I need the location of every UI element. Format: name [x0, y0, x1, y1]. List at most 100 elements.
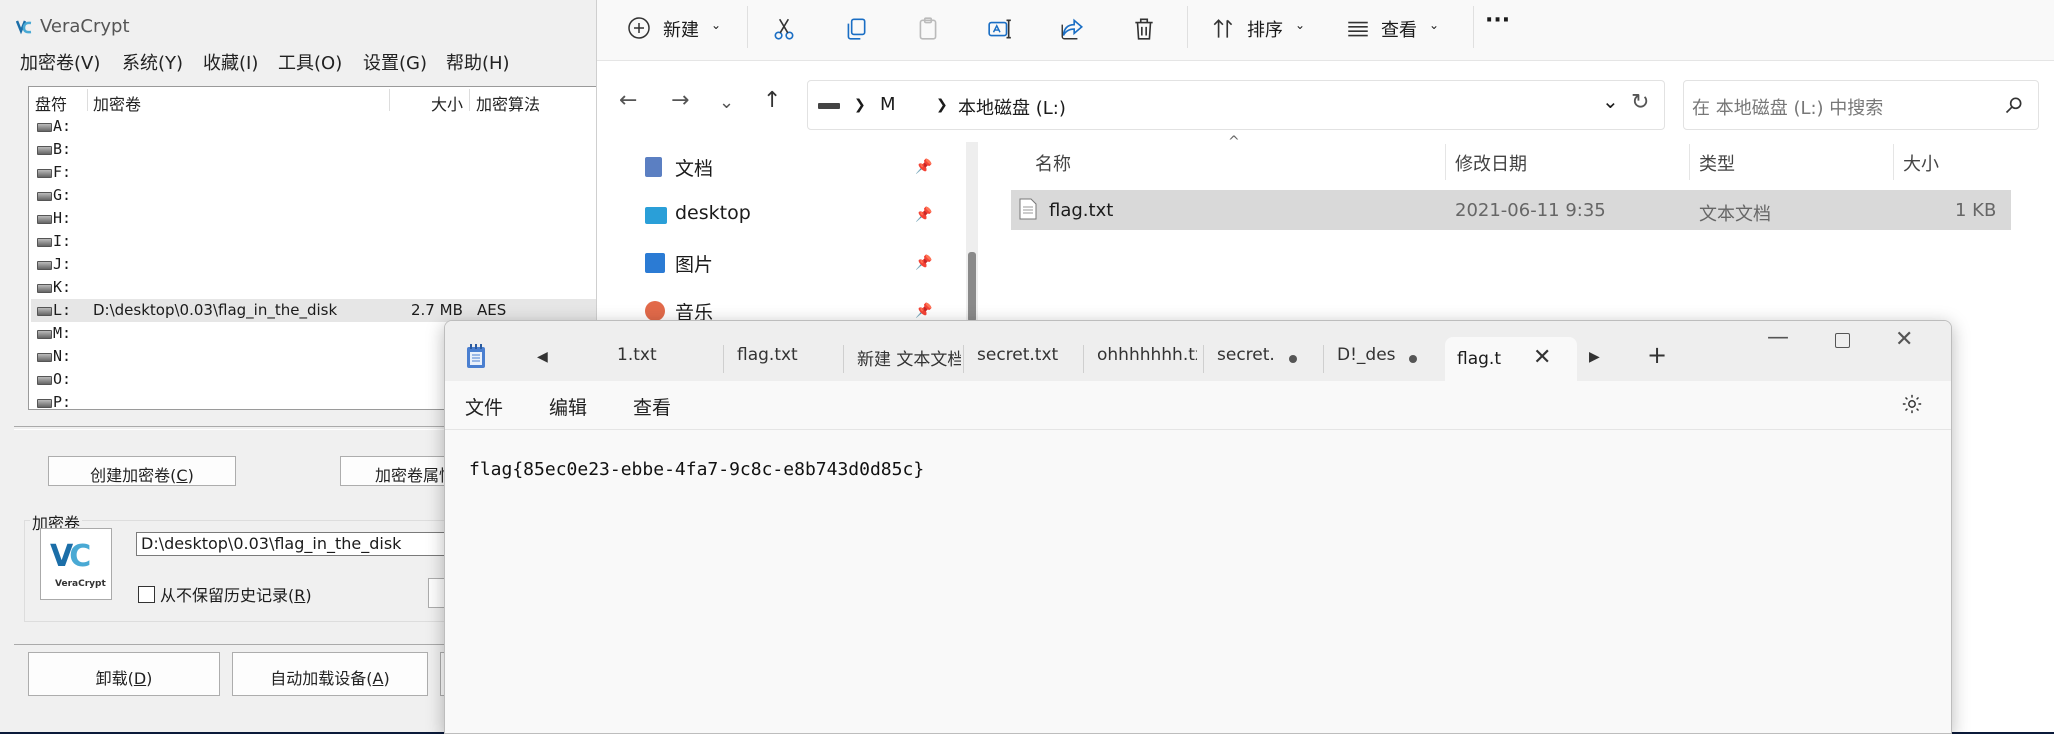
tab-1-txt[interactable]: 1.txt	[617, 345, 717, 375]
nav-label: 图片	[675, 254, 714, 276]
paste-button[interactable]	[915, 14, 943, 44]
rename-button[interactable]	[987, 14, 1015, 44]
cut-button[interactable]	[771, 14, 799, 44]
drive-row[interactable]: L: D:\desktop\0.03\flag_in_the_disk 2.7 MB…	[31, 299, 597, 322]
breadcrumb-item-local-disk[interactable]: 本地磁盘 (L:)	[958, 94, 1066, 120]
delete-button[interactable]	[1131, 14, 1159, 44]
col-name[interactable]: 名称	[1035, 150, 1071, 176]
col-modified[interactable]: 修改日期	[1455, 150, 1527, 176]
breadcrumb-item-m[interactable]: M	[880, 94, 896, 115]
settings-gear-icon[interactable]	[1901, 393, 1923, 415]
drive-row[interactable]: G:	[31, 184, 597, 207]
refresh-icon[interactable]: ↻	[1631, 90, 1649, 115]
menu-edit[interactable]: 编辑	[549, 393, 587, 420]
drive-icon	[37, 146, 52, 155]
more-button[interactable]: ···	[1485, 8, 1525, 38]
menu-system[interactable]: 系统(Y)	[122, 49, 183, 75]
new-button[interactable]: 新建 ⌄	[627, 14, 727, 44]
drive-row[interactable]: A:	[31, 115, 597, 138]
pin-icon[interactable]: 📌	[915, 255, 932, 271]
recent-chevron-icon[interactable]: ⌄	[719, 92, 734, 113]
col-algorithm[interactable]: 加密算法	[476, 91, 540, 115]
menu-help[interactable]: 帮助(H)	[446, 49, 510, 75]
drive-row[interactable]: J:	[31, 253, 597, 276]
file-size: 1 KB	[1955, 200, 1997, 221]
tab-flag-txt[interactable]: flag.txt	[737, 345, 837, 375]
tab-separator	[1323, 345, 1324, 373]
search-box[interactable]: 在 本地磁盘 (L:) 中搜索	[1683, 80, 2039, 130]
menu-favorites[interactable]: 收藏(I)	[203, 49, 258, 75]
chevron-down-icon: ⌄	[1295, 18, 1306, 32]
sort-button[interactable]: 排序 ⌄	[1211, 14, 1311, 44]
create-volume-button[interactable]: 创建加密卷(C)	[48, 456, 236, 486]
scroll-tabs-right-icon[interactable]: ▶	[1589, 349, 1600, 379]
close-tab-icon[interactable]: ✕	[1533, 345, 1551, 370]
maximize-icon[interactable]	[1835, 333, 1850, 348]
veracrypt-titlebar[interactable]: VeraCrypt	[0, 10, 600, 44]
copy-button[interactable]	[843, 14, 871, 44]
col-size[interactable]: 大小	[431, 91, 463, 115]
no-history-label[interactable]: 从不保留历史记录(R)	[160, 582, 312, 606]
tab-secret[interactable]: secret.	[1217, 345, 1277, 375]
dismount-button[interactable]: 卸载(D)	[28, 652, 220, 696]
toolbar-separator	[1473, 6, 1474, 48]
tab-separator	[963, 345, 964, 373]
tab-active-flag[interactable]: flag.t ✕	[1445, 337, 1577, 383]
column-separator[interactable]	[1445, 144, 1446, 180]
col-size[interactable]: 大小	[1903, 150, 1939, 176]
no-history-checkbox[interactable]	[138, 586, 155, 603]
drive-letter: P:	[53, 393, 72, 410]
tab-secret-txt[interactable]: secret.txt	[977, 345, 1077, 375]
drive-row[interactable]: I:	[31, 230, 597, 253]
notepad-app-icon	[467, 344, 485, 368]
up-arrow-icon[interactable]: ↑	[763, 88, 781, 113]
pin-icon[interactable]: 📌	[915, 159, 932, 175]
menu-settings[interactable]: 设置(G)	[363, 49, 427, 75]
chevron-down-icon[interactable]: ⌄	[1602, 89, 1619, 113]
view-button[interactable]: 查看 ⌄	[1345, 14, 1445, 44]
back-arrow-icon[interactable]: ←	[619, 88, 637, 113]
plus-circle-icon	[628, 17, 650, 39]
minimize-icon[interactable]: —	[1767, 325, 1789, 350]
tab-new-text-document[interactable]: 新建 文本文档	[857, 345, 961, 375]
column-separator[interactable]	[1893, 144, 1894, 180]
logo-mark: VC	[50, 539, 91, 574]
drive-icon	[37, 123, 52, 132]
nav-scrollbar[interactable]	[966, 142, 978, 322]
menu-file[interactable]: 文件	[465, 393, 503, 420]
new-tab-plus-icon[interactable]: +	[1647, 341, 1667, 371]
pin-icon[interactable]: 📌	[915, 303, 932, 319]
tab-d-des[interactable]: D!_des	[1337, 345, 1401, 375]
col-volume[interactable]: 加密卷	[93, 91, 141, 115]
close-window-icon[interactable]: ✕	[1895, 327, 1913, 352]
col-drive[interactable]: 盘符	[35, 91, 67, 115]
menu-tools[interactable]: 工具(O)	[278, 49, 342, 75]
col-type[interactable]: 类型	[1699, 150, 1735, 176]
drive-row[interactable]: B:	[31, 138, 597, 161]
drive-icon	[37, 261, 52, 270]
file-row[interactable]: flag.txt 2021-06-11 9:35 文本文档 1 KB	[1011, 190, 2011, 230]
drive-letter: K:	[53, 278, 72, 296]
address-bar[interactable]: ❯ M ❯ 本地磁盘 (L:) ⌄	[807, 80, 1665, 130]
menu-volumes[interactable]: 加密卷(V)	[20, 49, 100, 75]
sort-ascending-icon: ^	[1228, 134, 1240, 150]
auto-mount-button[interactable]: 自动加载设备(A)	[232, 652, 428, 696]
drive-icon	[37, 284, 52, 293]
share-icon	[1061, 18, 1083, 40]
scroll-tabs-left-icon[interactable]: ◀	[537, 349, 548, 379]
column-separator[interactable]	[1689, 144, 1690, 180]
share-button[interactable]	[1059, 14, 1087, 44]
editor-content[interactable]: flag{85ec0e23-ebbe-4fa7-9c8c-e8b743d0d85…	[469, 459, 924, 480]
sort-icon	[1213, 19, 1233, 38]
drive-row[interactable]: K:	[31, 276, 597, 299]
drive-row[interactable]: H:	[31, 207, 597, 230]
drive-row[interactable]: F:	[31, 161, 597, 184]
menu-view[interactable]: 查看	[633, 393, 671, 420]
scrollbar-thumb[interactable]	[968, 252, 976, 322]
file-type: 文本文档	[1699, 204, 1771, 225]
drive-letter: A:	[53, 117, 72, 135]
pin-icon[interactable]: 📌	[915, 207, 932, 223]
search-icon	[2005, 97, 2022, 114]
forward-arrow-icon[interactable]: →	[671, 88, 689, 113]
tab-ohhhhhhh-txt[interactable]: ohhhhhhh.txt	[1097, 345, 1197, 375]
